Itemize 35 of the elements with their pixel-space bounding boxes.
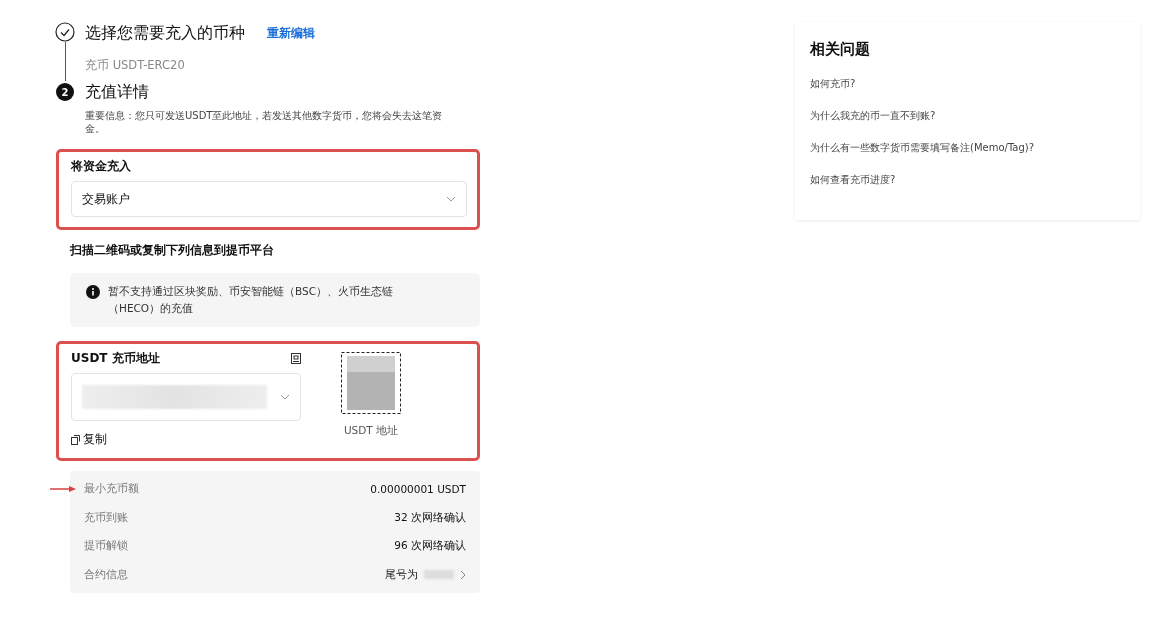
account-dropdown[interactable]: 交易账户 <box>71 181 467 217</box>
info-alert: 暂不支持通过区块奖励、币安智能链（BSC）、火币生态链（HECO）的充值 <box>70 273 480 327</box>
qr-caption: USDT 地址 <box>343 424 399 438</box>
important-notice: 重要信息：您只可发送USDT至此地址，若发送其他数字货币，您将会失去这笔资金。 <box>85 109 444 135</box>
info-label: 充币到账 <box>84 510 128 525</box>
selected-coin-summary: 充币 USDT-ERC20 <box>85 58 186 73</box>
field-label: USDT 充币地址 <box>71 350 160 367</box>
copy-button[interactable]: 复制 <box>71 431 107 448</box>
chevron-down-icon <box>446 196 456 202</box>
re-edit-link[interactable]: 重新编辑 <box>267 22 315 44</box>
info-value: 0.00000001 USDT <box>370 483 466 496</box>
field-label: 将资金充入 <box>71 158 132 175</box>
blurred-qr-code <box>341 352 401 414</box>
scan-instruction: 扫描二维码或复制下列信息到提币平台 <box>70 242 275 259</box>
faq-title: 相关问题 <box>810 40 871 59</box>
info-value: 96 次网络确认 <box>394 539 466 554</box>
info-value: 32 次网络确认 <box>394 510 466 525</box>
copy-icon <box>71 434 80 445</box>
address-field[interactable] <box>71 373 301 421</box>
step-title: 选择您需要充入的币种 <box>85 22 245 44</box>
chevron-right-icon <box>460 569 466 580</box>
info-label: 提币解锁 <box>84 539 128 554</box>
contract-info-link[interactable]: 尾号为 <box>385 567 466 582</box>
info-label: 合约信息 <box>84 567 128 582</box>
faq-link[interactable]: 如何查看充币进度? <box>810 173 1125 187</box>
faq-link[interactable]: 如何充币? <box>810 77 1125 91</box>
book-icon[interactable] <box>291 353 301 364</box>
check-circle-icon <box>55 22 75 42</box>
chevron-down-icon <box>280 394 290 400</box>
faq-link[interactable]: 为什么我充的币一直不到账? <box>810 109 1125 123</box>
info-label: 最小充币额 <box>84 482 139 497</box>
faq-link[interactable]: 为什么有一些数字货币需要填写备注(Memo/Tag)? <box>810 141 1125 155</box>
info-icon <box>86 285 100 299</box>
step-title: 充值详情 <box>85 81 149 103</box>
step-number-badge: 2 <box>56 83 74 101</box>
